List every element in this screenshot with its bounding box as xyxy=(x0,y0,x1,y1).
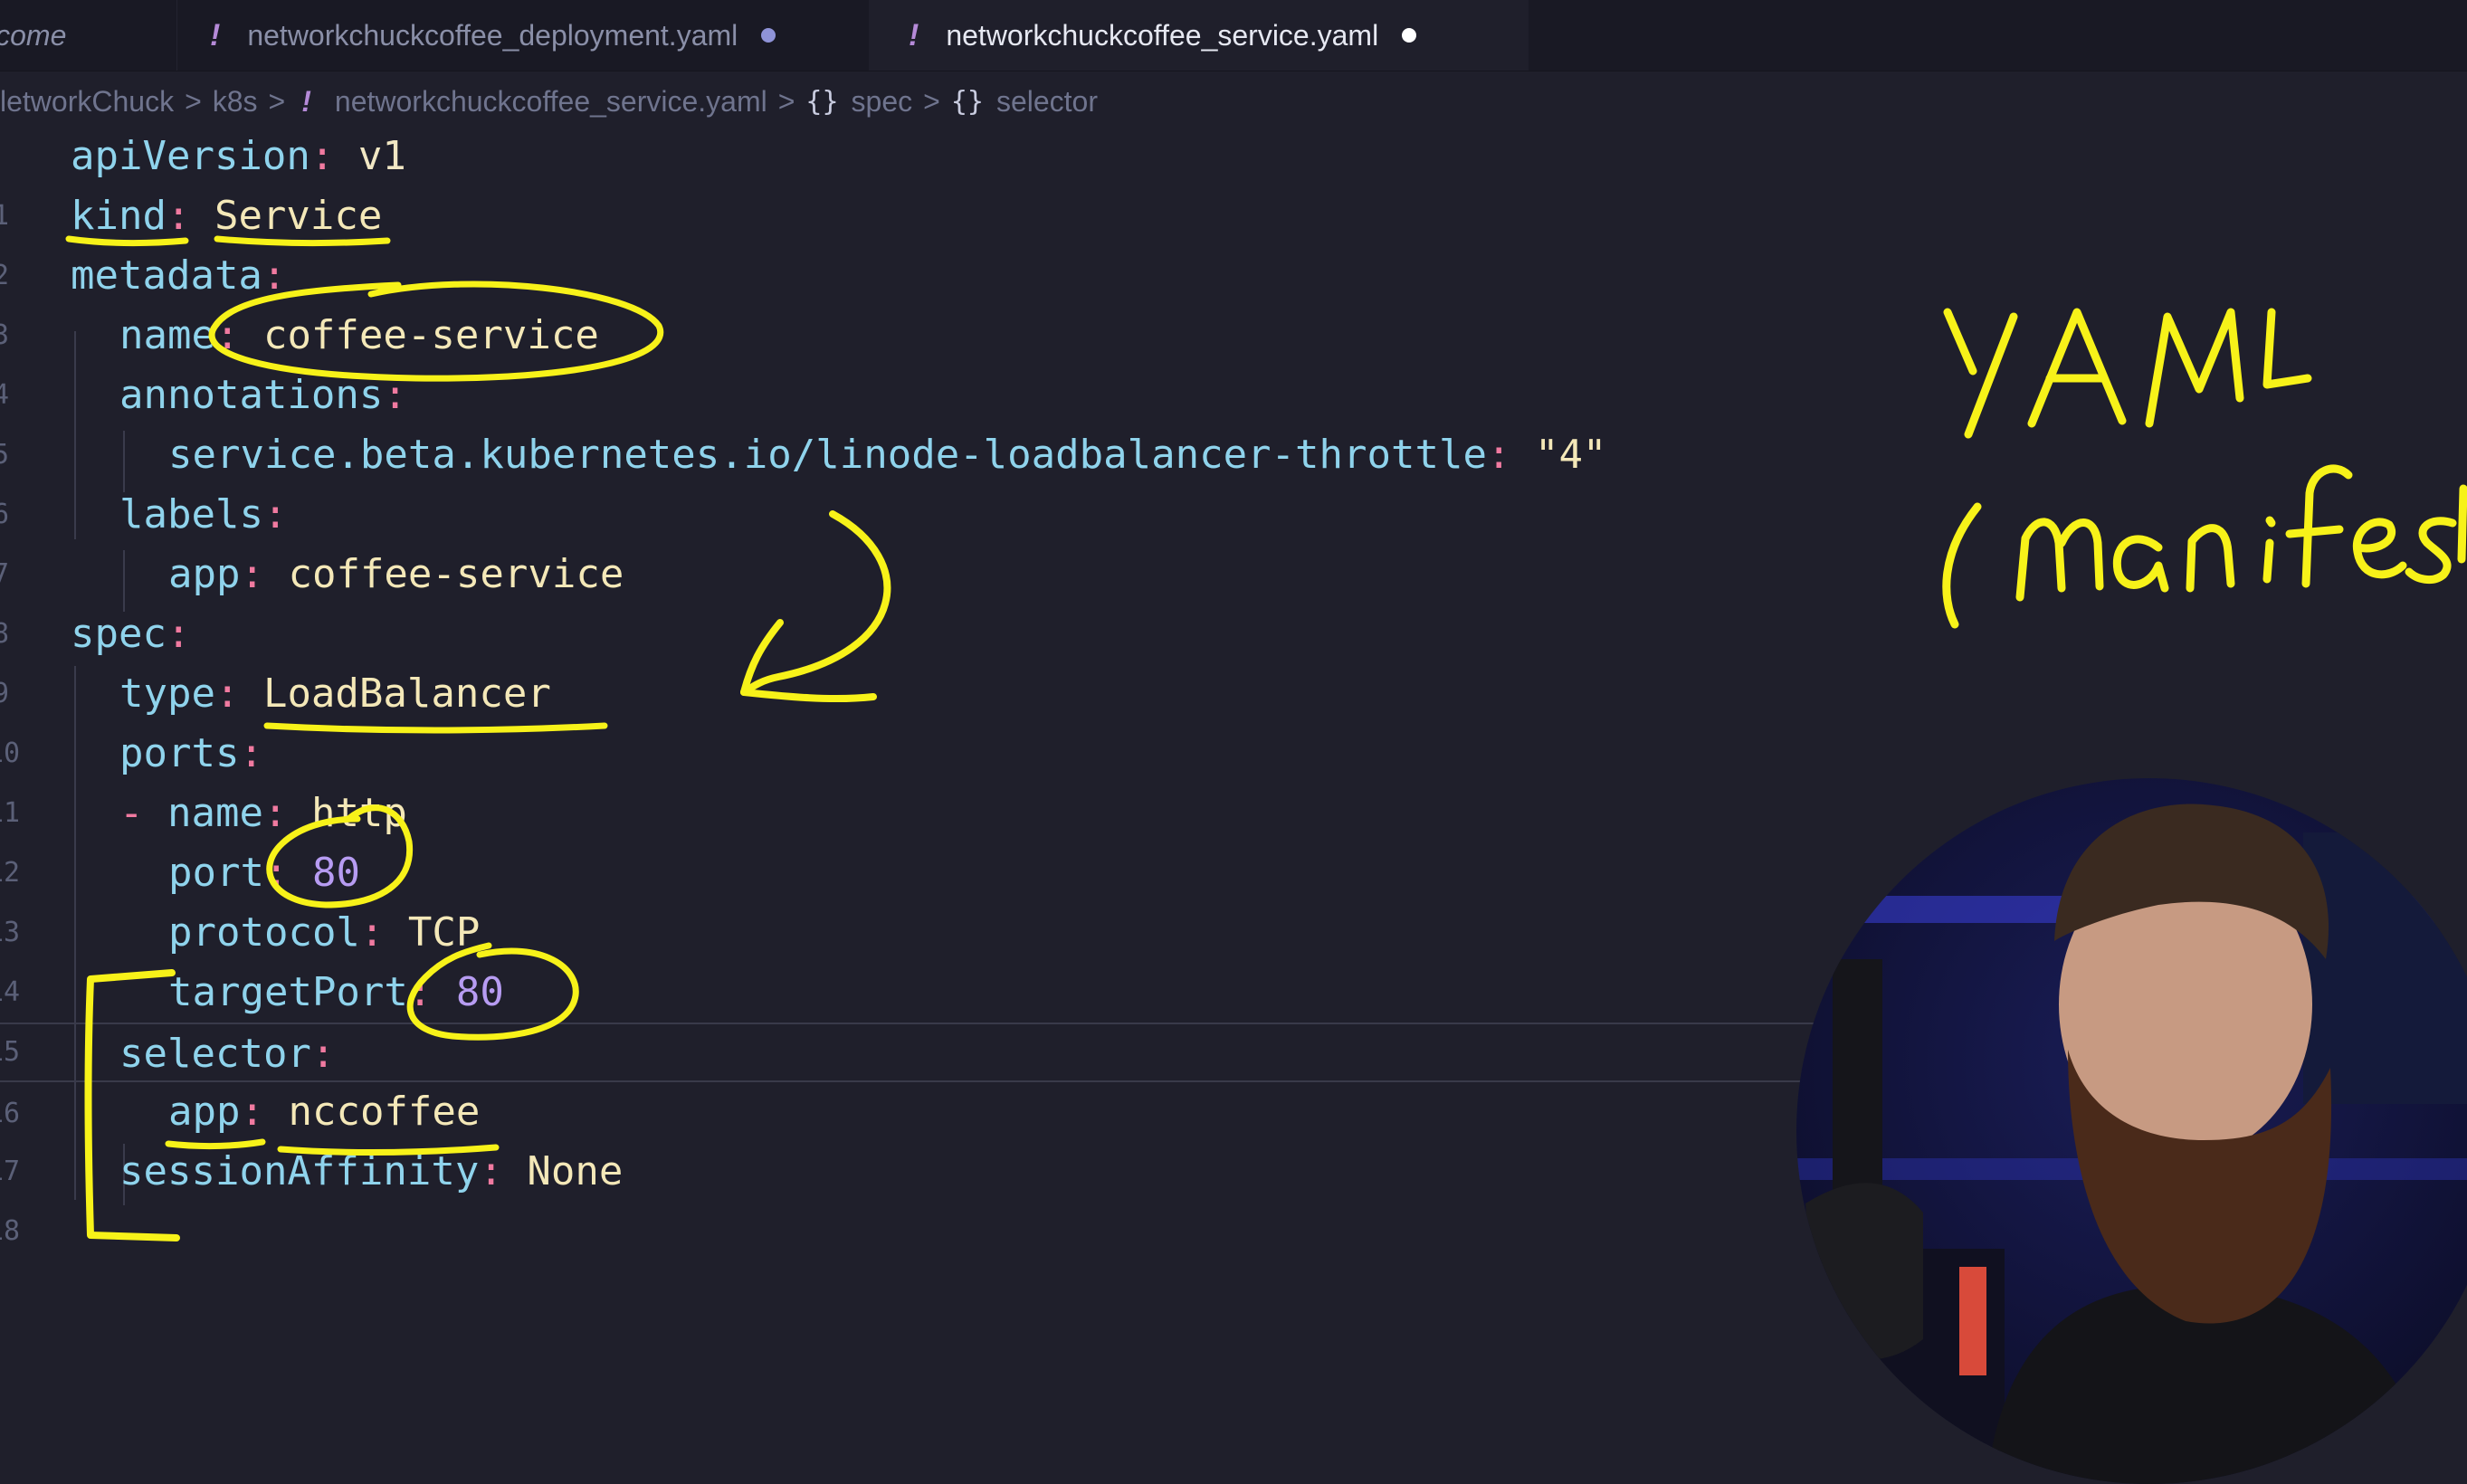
code-line: 10 type: LoadBalancer xyxy=(0,664,2467,769)
editor-tab-bar: lcome ! networkchuckcoffee_deployment.ya… xyxy=(0,0,2467,71)
tab-welcome[interactable]: lcome xyxy=(0,0,166,71)
yaml-key: kind xyxy=(71,193,167,239)
yaml-key: annotations xyxy=(119,372,384,418)
chevron-right-icon: > xyxy=(268,84,286,118)
code-line: 9 spec: xyxy=(0,604,2467,709)
yaml-key: apiVersion xyxy=(71,133,310,179)
yaml-key: type xyxy=(119,671,215,717)
yaml-value: coffee-service xyxy=(262,312,599,358)
presenter-video xyxy=(1796,778,2467,1484)
yaml-key: name xyxy=(119,312,215,358)
breadcrumb-symbol[interactable]: spec xyxy=(852,85,913,119)
yaml-value: "4" xyxy=(1534,432,1607,478)
yaml-warning-icon: ! xyxy=(301,84,311,118)
code-line: 1 apiVersion: v1 xyxy=(0,127,2467,232)
yaml-warning-icon: ! xyxy=(909,17,919,52)
yaml-key: protocol xyxy=(168,909,360,956)
breadcrumb: letworkChuck > k8s > ! networkchuckcoffe… xyxy=(0,74,1098,128)
object-braces-icon: {} xyxy=(805,85,839,118)
tab-label: networkchuckcoffee_service.yaml xyxy=(946,18,1379,52)
breadcrumb-symbol[interactable]: selector xyxy=(996,85,1098,119)
breadcrumb-file[interactable]: networkchuckcoffee_service.yaml xyxy=(335,85,767,119)
code-line: 6 service.beta.kubernetes.io/linode-load… xyxy=(0,425,2467,530)
yaml-key: metadata xyxy=(71,252,262,299)
yaml-list-dash: - xyxy=(119,790,144,836)
yaml-warning-icon: ! xyxy=(210,17,221,52)
unsaved-dot-icon xyxy=(1402,28,1417,43)
yaml-value: TCP xyxy=(407,909,481,956)
unsaved-dot-icon xyxy=(761,28,776,43)
code-line: 3 metadata: xyxy=(0,246,2467,351)
yaml-value: Service xyxy=(214,193,383,239)
tab-deployment-yaml[interactable]: ! networkchuckcoffee_deployment.yaml xyxy=(176,0,898,71)
yaml-value: v1 xyxy=(357,133,406,179)
yaml-key: name xyxy=(167,790,263,836)
code-line: 5 annotations: xyxy=(0,366,2467,471)
tab-service-yaml[interactable]: ! networkchuckcoffee_service.yaml xyxy=(869,0,1529,71)
presenter-webcam xyxy=(1796,778,2467,1484)
object-braces-icon: {} xyxy=(950,85,984,118)
chevron-right-icon: > xyxy=(923,84,940,118)
breadcrumb-folder[interactable]: letworkChuck xyxy=(0,85,174,119)
code-line: 8 app: coffee-service xyxy=(0,545,2467,650)
yaml-value: http xyxy=(310,790,407,836)
yaml-value: LoadBalancer xyxy=(262,671,551,717)
breadcrumb-folder[interactable]: k8s xyxy=(213,85,258,119)
code-line: 7 labels: xyxy=(0,485,2467,590)
chevron-right-icon: > xyxy=(185,84,202,118)
chevron-right-icon: > xyxy=(777,84,795,118)
yaml-key: sessionAffinity xyxy=(119,1148,480,1194)
yaml-key: app xyxy=(168,551,241,597)
line-number: 18 xyxy=(0,1215,21,1247)
yaml-key: app xyxy=(168,1089,241,1135)
tab-label: lcome xyxy=(0,18,67,52)
yaml-key: targetPort xyxy=(168,969,408,1015)
yaml-value: None xyxy=(527,1148,624,1194)
yaml-key: labels xyxy=(119,491,263,537)
yaml-key: ports xyxy=(119,730,240,776)
code-line: 11 ports: xyxy=(0,724,2467,829)
yaml-key: spec xyxy=(71,611,167,657)
yaml-value: coffee-service xyxy=(288,551,624,597)
yaml-value: 80 xyxy=(311,850,360,896)
yaml-value: 80 xyxy=(455,969,504,1015)
yaml-value: nccoffee xyxy=(288,1089,481,1135)
yaml-key: service.beta.kubernetes.io/linode-loadba… xyxy=(168,432,1487,478)
code-line: 2 kind: Service xyxy=(0,186,2467,291)
tab-label: networkchuckcoffee_deployment.yaml xyxy=(247,18,738,52)
yaml-key: selector xyxy=(119,1031,311,1077)
yaml-key: port xyxy=(168,850,264,896)
code-line: 4 name: coffee-service xyxy=(0,306,2467,411)
